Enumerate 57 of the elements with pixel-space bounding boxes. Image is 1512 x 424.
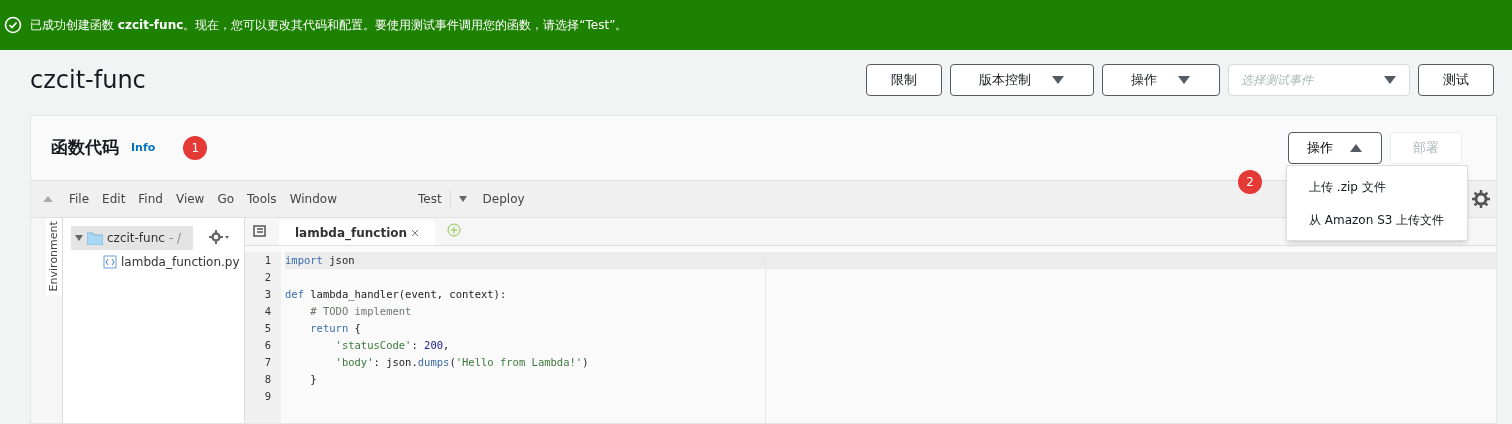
line-number: 6 bbox=[263, 338, 271, 353]
line-number: 8 bbox=[263, 372, 271, 387]
editor-tab[interactable]: lambda_function bbox=[279, 220, 436, 245]
line-number: 4 bbox=[263, 304, 271, 319]
close-icon[interactable] bbox=[411, 228, 420, 237]
header-button[interactable]: 测试 bbox=[1418, 64, 1494, 96]
annotation-badge: 1 bbox=[183, 136, 208, 160]
menu-item[interactable]: View bbox=[175, 190, 205, 208]
line-number: 5 bbox=[263, 321, 271, 336]
line-number: 9 bbox=[263, 389, 271, 404]
code-line: def lambda_handler(event, context): bbox=[285, 288, 507, 300]
header-button[interactable]: 限制 bbox=[866, 64, 942, 96]
annotation-badge: 2 bbox=[1238, 170, 1262, 194]
dropdown-button[interactable]: 操作 bbox=[1102, 64, 1220, 96]
banner-message: 已成功创建函数 czcit-func。现在，您可以更改其代码和配置。要使用测试事件调用您的函数，请选择“Test”。 bbox=[30, 17, 628, 34]
file-row[interactable]: lambda_function.py bbox=[71, 250, 244, 274]
deploy-button: 部署 bbox=[1390, 132, 1462, 164]
code-line: return { bbox=[309, 322, 361, 334]
code-file-icon bbox=[103, 255, 117, 269]
expand-icon bbox=[75, 234, 83, 242]
caret-down-icon bbox=[1051, 75, 1065, 85]
menu-option[interactable]: 从 Amazon S3 上传文件 bbox=[1287, 203, 1467, 236]
code-line: 'body': json.dumps('Hello from Lambda!') bbox=[334, 356, 589, 368]
menu-item[interactable]: Tools bbox=[247, 190, 277, 208]
page-title: czcit-func bbox=[30, 65, 147, 96]
menu-item[interactable]: Find bbox=[138, 190, 163, 208]
menu-option[interactable]: 上传 .zip 文件 bbox=[1287, 170, 1467, 203]
folder-icon bbox=[87, 231, 103, 245]
environment-tab[interactable]: Environment bbox=[45, 218, 62, 296]
panel-title: 函数代码 bbox=[51, 136, 119, 160]
info-link[interactable]: Info bbox=[131, 139, 156, 157]
settings-icon[interactable] bbox=[1472, 190, 1490, 208]
code-line: import json bbox=[285, 254, 355, 266]
caret-down-icon bbox=[1383, 75, 1397, 85]
menu-item[interactable]: File bbox=[69, 190, 90, 208]
line-number: 7 bbox=[263, 355, 271, 370]
folder-name: czcit-func bbox=[107, 230, 165, 247]
folder-path: - / bbox=[168, 230, 182, 247]
actions-button[interactable]: 操作 bbox=[1288, 132, 1382, 164]
check-circle-icon bbox=[4, 16, 22, 34]
caret-down-icon bbox=[1177, 75, 1191, 85]
folder-row[interactable]: czcit-func - / bbox=[71, 226, 193, 250]
dropdown-button[interactable]: 版本控制 bbox=[950, 64, 1094, 96]
line-number: 3 bbox=[263, 287, 271, 302]
code-line: } bbox=[309, 373, 317, 385]
code-line: 'statusCode': 200, bbox=[334, 339, 450, 351]
menu-item[interactable]: Edit bbox=[102, 190, 126, 208]
test-menu[interactable]: Test bbox=[417, 190, 451, 208]
caret-up-icon bbox=[1349, 143, 1363, 153]
menu-item[interactable]: Go bbox=[217, 190, 235, 208]
menu-item[interactable]: Window bbox=[289, 190, 337, 208]
file-list-icon[interactable] bbox=[253, 225, 267, 237]
caret-down-icon[interactable] bbox=[458, 196, 467, 202]
code-line: # TODO implement bbox=[309, 305, 412, 317]
line-number: 2 bbox=[263, 270, 271, 285]
line-number: 1 bbox=[263, 253, 271, 268]
deploy-menu[interactable]: Deploy bbox=[482, 190, 525, 208]
